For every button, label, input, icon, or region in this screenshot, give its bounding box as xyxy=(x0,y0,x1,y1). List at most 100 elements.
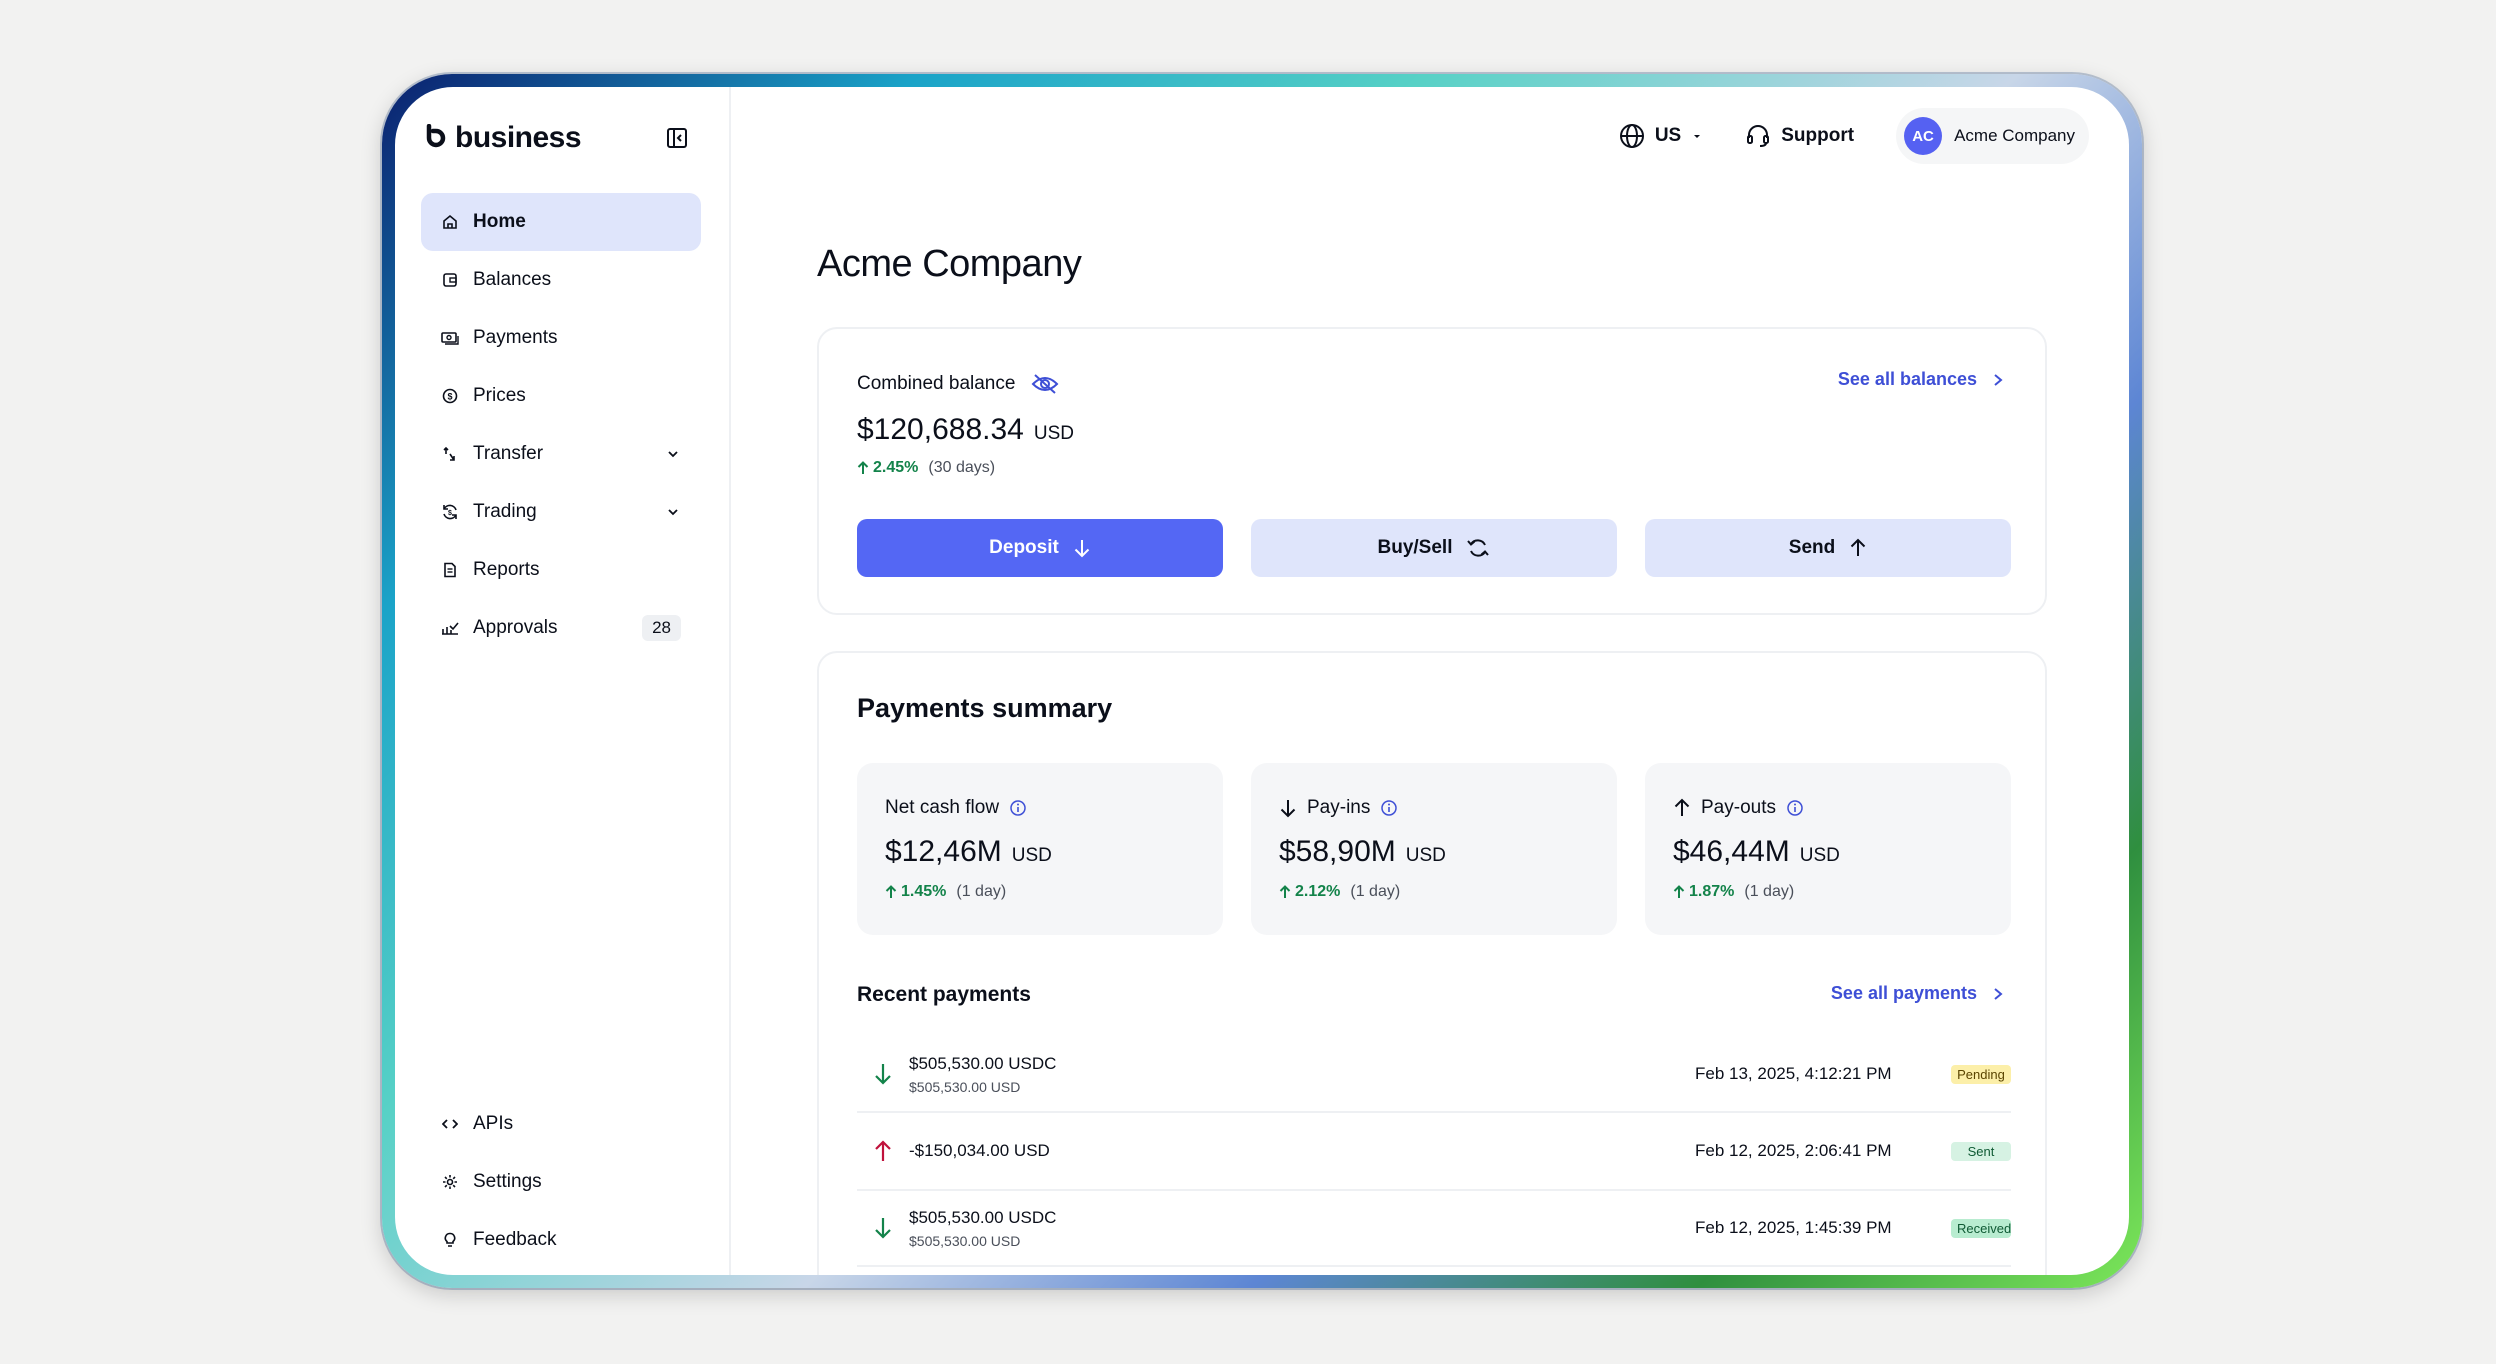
balance-change-value: 2.45% xyxy=(873,459,919,476)
code-icon xyxy=(441,1115,459,1133)
see-all-payments-label: See all payments xyxy=(1830,983,1977,1003)
dollar-circle-icon: $ xyxy=(441,387,459,405)
metric-pay-ins: Pay-ins $58,90M USD 2.12% (1 day) xyxy=(1251,763,1617,935)
metric-value: $12,46M xyxy=(885,835,1002,868)
transfer-icon xyxy=(441,445,459,463)
arrow-down-icon xyxy=(1280,800,1296,818)
sidebar-nav: Home Balances Payments $ Prices Transfer… xyxy=(421,193,701,657)
brand-name: business xyxy=(455,121,582,154)
status-badge: Pending xyxy=(1951,1064,2011,1084)
payment-amount: $505,530.00 USDC xyxy=(909,1207,1057,1227)
sidebar-item-label: Approvals xyxy=(473,617,558,638)
sidebar-item-prices[interactable]: $ Prices xyxy=(421,367,701,425)
payment-sub-amount: $505,530.00 USD xyxy=(909,1078,1021,1095)
status-badge: Received xyxy=(1951,1218,2011,1238)
brand-logo[interactable]: business xyxy=(423,121,582,155)
status-cell: Pending xyxy=(1925,1064,2011,1084)
metric-currency: USD xyxy=(1011,845,1052,866)
arrow-up-icon xyxy=(1851,538,1866,556)
metric-label: Net cash flow xyxy=(885,797,1000,818)
arrow-up-out-icon xyxy=(875,1140,891,1161)
sidebar-item-balances[interactable]: Balances xyxy=(421,251,701,309)
payment-direction xyxy=(857,1216,909,1240)
metric-value-row: $46,44M USD xyxy=(1673,835,1983,869)
brand-mark-icon xyxy=(426,124,446,148)
see-all-balances-link[interactable]: See all balances xyxy=(1838,369,2005,390)
metric-change-row: 2.12% (1 day) xyxy=(1279,883,1589,901)
info-icon[interactable] xyxy=(1786,799,1804,817)
payment-sub-amount: $505,530.00 USD xyxy=(909,1232,1021,1249)
device-frame: business Home Balances Payments $ Prices… xyxy=(382,74,2142,1288)
balance-currency: USD xyxy=(1033,423,1074,444)
sidebar-item-label: Feedback xyxy=(473,1229,557,1250)
send-button[interactable]: Send xyxy=(1645,519,2011,577)
sidebar-item-transfer[interactable]: Transfer xyxy=(421,425,701,483)
table-row[interactable]: $505,530.00 USDC $505,530.00 USD Feb 12,… xyxy=(857,1191,2011,1267)
table-row[interactable]: $505,530.00 USDC $505,530.00 USD Feb 13,… xyxy=(857,1037,2011,1113)
eye-off-icon[interactable] xyxy=(1031,373,1059,395)
buy-sell-button[interactable]: Buy/Sell xyxy=(1251,519,1617,577)
sidebar-item-settings[interactable]: Settings xyxy=(421,1153,701,1211)
sidebar-item-feedback[interactable]: Feedback xyxy=(421,1211,701,1269)
status-cell: Received xyxy=(1925,1218,2011,1238)
chevron-right-icon xyxy=(1994,987,2003,1000)
metric-label: Pay-outs xyxy=(1701,797,1776,818)
main-content: US Support AC Acme Company Acme Company … xyxy=(731,87,2129,1275)
region-selector[interactable]: US xyxy=(1619,123,1703,149)
arrow-down-in-icon xyxy=(875,1218,891,1239)
home-icon xyxy=(441,213,459,231)
metric-value: $46,44M xyxy=(1673,835,1790,868)
sidebar-toggle-icon xyxy=(667,128,687,148)
see-all-payments-link[interactable]: See all payments xyxy=(1831,983,2005,1004)
metric-value-row: $12,46M USD xyxy=(885,835,1195,869)
balance-amount: $120,688.34 USD xyxy=(857,413,1074,447)
payment-amount: $505,530.00 USDC xyxy=(909,1053,1057,1073)
info-icon[interactable] xyxy=(1009,799,1027,817)
metric-change-row: 1.87% (1 day) xyxy=(1673,883,1983,901)
info-icon[interactable] xyxy=(1380,799,1398,817)
metric-label: Pay-ins xyxy=(1307,797,1371,818)
document-icon xyxy=(441,561,459,579)
sidebar-collapse-button[interactable] xyxy=(663,124,691,152)
sidebar: business Home Balances Payments $ Prices… xyxy=(395,87,731,1275)
table-row[interactable]: -$150,034.00 USD Feb 12, 2025, 2:06:41 P… xyxy=(857,1113,2011,1191)
payments-summary-card: Payments summary Net cash flow $12,46M U… xyxy=(817,651,2047,1275)
arrow-up-icon xyxy=(857,461,869,474)
deposit-button[interactable]: Deposit xyxy=(857,519,1223,577)
sidebar-item-label: Transfer xyxy=(473,443,544,464)
sidebar-item-payments[interactable]: Payments xyxy=(421,309,701,367)
balance-value: $120,688.34 xyxy=(857,413,1024,446)
balance-label-row: Combined balance xyxy=(857,373,1059,395)
status-cell: Sent xyxy=(1925,1141,2011,1161)
lightbulb-icon xyxy=(441,1231,459,1249)
page-title: Acme Company xyxy=(817,243,1082,285)
chevron-down-icon xyxy=(668,451,678,458)
sidebar-item-apis[interactable]: APIs xyxy=(421,1095,701,1153)
metric-change-up: 1.45% xyxy=(885,883,946,901)
svg-text:$: $ xyxy=(448,510,452,517)
region-label: US xyxy=(1654,125,1682,146)
avatar: AC xyxy=(1904,117,1943,155)
metric-change-period: (1 day) xyxy=(1350,883,1401,900)
metric-label-row: Net cash flow xyxy=(885,797,1195,819)
buy-sell-label: Buy/Sell xyxy=(1377,537,1453,558)
logo-row: business xyxy=(423,113,691,163)
support-button[interactable]: Support xyxy=(1745,123,1854,149)
metric-change-value: 1.87% xyxy=(1689,883,1735,900)
svg-text:$: $ xyxy=(447,392,452,402)
payment-amounts: -$150,034.00 USD xyxy=(909,1141,1695,1161)
sidebar-item-home[interactable]: Home xyxy=(421,193,701,251)
metric-value-row: $58,90M USD xyxy=(1279,835,1589,869)
payment-amounts: $505,530.00 USDC $505,530.00 USD xyxy=(909,1054,1695,1095)
refresh-icon xyxy=(1467,539,1490,557)
arrow-up-icon xyxy=(1673,885,1685,898)
metric-label-row: Pay-outs xyxy=(1673,797,1983,819)
trading-icon: $ xyxy=(441,503,459,521)
sidebar-item-label: Prices xyxy=(473,385,526,406)
sidebar-item-trading[interactable]: $ Trading xyxy=(421,483,701,541)
metric-change-value: 2.12% xyxy=(1295,883,1341,900)
metric-label-row: Pay-ins xyxy=(1279,797,1589,819)
sidebar-item-approvals[interactable]: Approvals 28 xyxy=(421,599,701,657)
account-menu[interactable]: AC Acme Company xyxy=(1896,108,2089,164)
sidebar-item-reports[interactable]: Reports xyxy=(421,541,701,599)
